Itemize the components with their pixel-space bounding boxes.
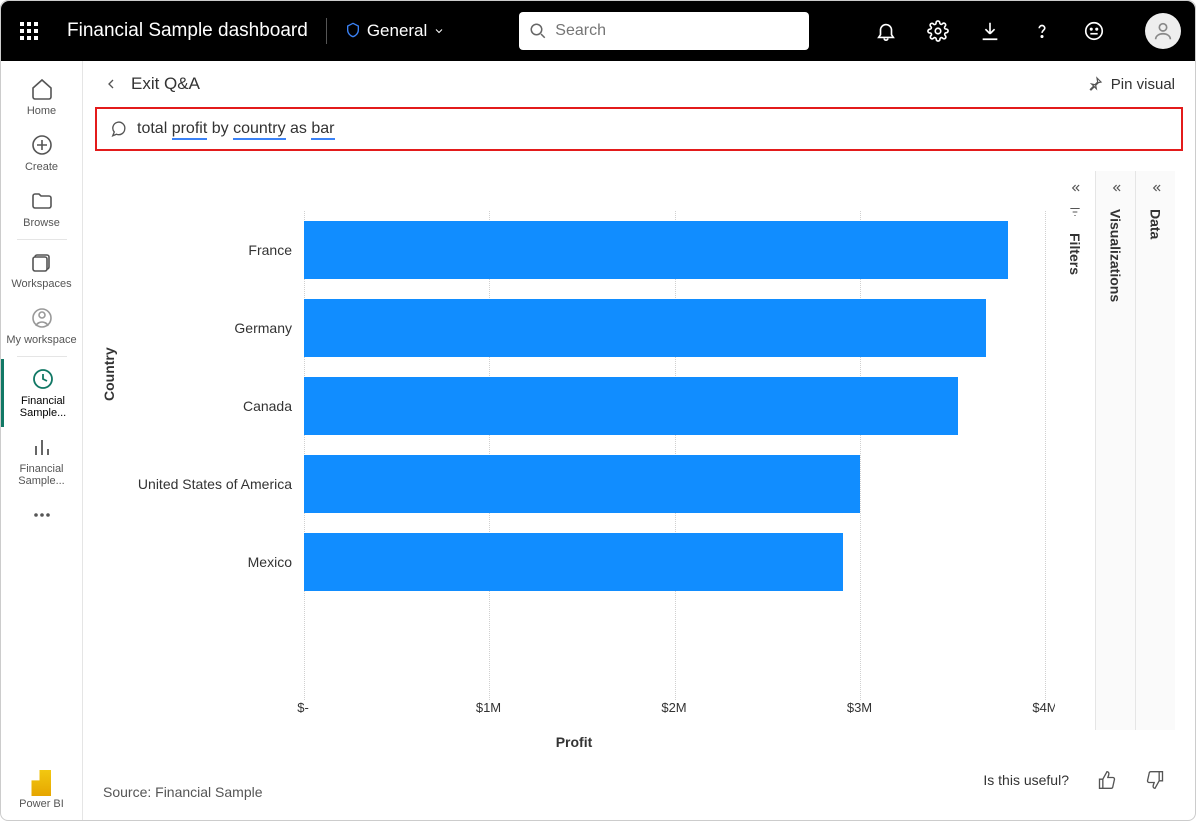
nav-financial-sample-report[interactable]: Financial Sample...	[1, 427, 82, 495]
nav-fs-label: Financial Sample...	[4, 395, 82, 419]
nav-my-workspace-label: My workspace	[6, 334, 76, 346]
chevron-collapse-icon	[1068, 181, 1082, 195]
x-tick-label: $3M	[847, 700, 872, 715]
pin-visual-button[interactable]: Pin visual	[1087, 76, 1175, 93]
nav-browse-label: Browse	[23, 217, 60, 229]
x-axis-title: Profit	[556, 734, 593, 750]
header-actions	[875, 13, 1181, 49]
chevron-collapse-icon	[1149, 181, 1163, 195]
chevron-collapse-icon	[1109, 181, 1123, 195]
thumbs-up-icon[interactable]	[1097, 770, 1117, 790]
search-container	[519, 12, 809, 50]
notifications-icon[interactable]	[875, 20, 897, 42]
nav-my-workspace[interactable]: My workspace	[1, 298, 82, 354]
top-header: Financial Sample dashboard General	[1, 1, 1195, 61]
chat-icon	[109, 120, 127, 138]
nav-home[interactable]: Home	[1, 69, 82, 125]
left-nav-rail: Home Create Browse Workspaces My workspa…	[1, 61, 83, 820]
bar-category-label: France	[104, 242, 304, 258]
x-axis-ticks: $-$1M$2M$3M$4M	[303, 700, 1045, 720]
filters-pane[interactable]: Filters	[1055, 171, 1095, 730]
bar-row: Germany	[304, 299, 1045, 357]
bar-row: France	[304, 221, 1045, 279]
settings-icon[interactable]	[927, 20, 949, 42]
x-tick-label: $4M	[1032, 700, 1057, 715]
powerbi-logo-icon	[31, 770, 51, 796]
feedback-bar: Is this useful?	[983, 770, 1165, 790]
bars-zone: France Germany Canada United States of Amer…	[303, 221, 1045, 690]
back-icon[interactable]	[103, 76, 119, 92]
search-icon	[529, 22, 547, 40]
pin-icon	[1087, 76, 1103, 92]
nav-more[interactable]	[1, 495, 82, 535]
x-tick-label: $2M	[661, 700, 686, 715]
bar-row: Mexico	[304, 533, 1045, 591]
x-tick-label: $1M	[476, 700, 501, 715]
search-input[interactable]	[555, 22, 799, 40]
nav-browse[interactable]: Browse	[1, 181, 82, 237]
divider	[326, 18, 327, 44]
bar[interactable]	[304, 377, 958, 435]
data-label: Data	[1148, 209, 1164, 239]
nav-create-label: Create	[25, 161, 58, 173]
user-avatar[interactable]	[1145, 13, 1181, 49]
bar-category-label: Mexico	[104, 554, 304, 570]
sensitivity-label: General	[367, 21, 427, 41]
thumbs-down-icon[interactable]	[1145, 770, 1165, 790]
sensitivity-dropdown[interactable]: General	[345, 21, 445, 41]
data-pane[interactable]: Data	[1135, 171, 1175, 730]
pin-label: Pin visual	[1111, 76, 1175, 93]
x-tick-label: $-	[297, 700, 309, 715]
bar[interactable]	[304, 299, 986, 357]
chart-visual: Country France Germany Canada United States…	[103, 171, 1175, 810]
bar-row: Canada	[304, 377, 1045, 435]
y-axis-title: Country	[101, 347, 117, 401]
shield-icon	[345, 22, 361, 40]
sub-header: Exit Q&A Pin visual	[83, 61, 1195, 107]
nav-workspaces[interactable]: Workspaces	[1, 242, 82, 298]
qna-query-text: total profit by country as bar	[137, 120, 335, 138]
filters-icon	[1068, 205, 1082, 219]
bar[interactable]	[304, 533, 843, 591]
nav-financial-sample-dashboard[interactable]: Financial Sample...	[1, 359, 82, 427]
source-text: Source: Financial Sample	[103, 784, 263, 800]
nav-powerbi-label: Power BI	[19, 798, 64, 810]
search-box[interactable]	[519, 12, 809, 50]
dashboard-title: Financial Sample dashboard	[67, 20, 308, 42]
exit-qna-button[interactable]: Exit Q&A	[131, 74, 200, 94]
nav-workspaces-label: Workspaces	[11, 278, 71, 290]
bar-category-label: Canada	[104, 398, 304, 414]
filters-label: Filters	[1067, 233, 1083, 275]
chevron-down-icon	[433, 25, 445, 37]
bar[interactable]	[304, 455, 860, 513]
right-panes: Filters Visualizations Data	[1055, 171, 1175, 730]
bar[interactable]	[304, 221, 1008, 279]
help-icon[interactable]	[1031, 20, 1053, 42]
bar-category-label: Germany	[104, 320, 304, 336]
nav-home-label: Home	[27, 105, 56, 117]
feedback-prompt: Is this useful?	[983, 772, 1069, 788]
app-launcher-icon[interactable]	[15, 17, 43, 45]
download-icon[interactable]	[979, 20, 1001, 42]
qna-input-box[interactable]: total profit by country as bar	[95, 107, 1183, 151]
main-content: Exit Q&A Pin visual total profit by coun…	[83, 61, 1195, 820]
bar-row: United States of America	[304, 455, 1045, 513]
visualizations-label: Visualizations	[1108, 209, 1124, 302]
nav-create[interactable]: Create	[1, 125, 82, 181]
feedback-icon[interactable]	[1083, 20, 1105, 42]
bar-category-label: United States of America	[104, 476, 304, 492]
visualizations-pane[interactable]: Visualizations	[1095, 171, 1135, 730]
ellipsis-icon	[30, 503, 54, 527]
nav-fs2-label: Financial Sample...	[1, 463, 82, 487]
nav-powerbi[interactable]: Power BI	[19, 770, 64, 820]
